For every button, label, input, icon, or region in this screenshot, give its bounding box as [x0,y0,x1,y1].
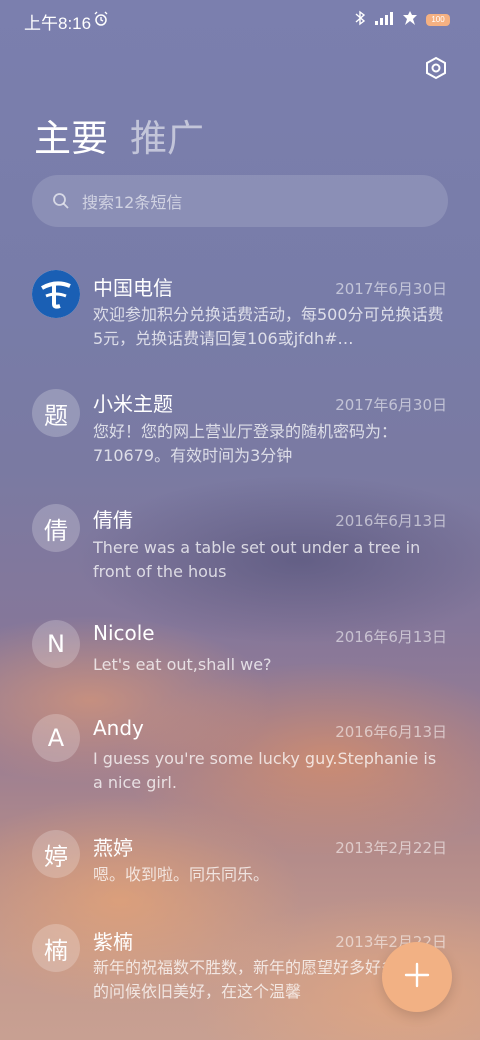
contact-avatar: A [32,714,80,762]
conversation-item[interactable]: 中国电信 2017年6月30日 欢迎参加积分兑换话费活动，每500分可兑换话费5… [0,260,480,360]
message-date: 2017年6月30日 [335,396,447,414]
tab-bar: 主要 推广 [34,108,204,162]
message-date: 2016年6月13日 [335,723,447,741]
plus-icon [404,962,430,992]
alarm-icon [93,11,109,31]
contact-name: 中国电信 [93,276,173,300]
status-bar: 上午8:16 100 [0,0,480,40]
contact-name: 燕婷 [93,836,133,860]
status-time: 上午8:16 [24,14,92,33]
tab-promotions[interactable]: 推广 [130,108,204,162]
contact-name: 倩倩 [93,508,133,532]
contact-name: 紫楠 [93,930,133,954]
conversation-item[interactable]: A Andy 2016年6月13日 I guess you're some lu… [0,714,480,814]
status-icons: 100 [354,10,450,30]
conversation-item[interactable]: 婷 燕婷 2013年2月22日 嗯。收到啦。同乐同乐。 [0,830,480,910]
message-date: 2016年6月13日 [335,512,447,530]
contact-avatar: 婷 [32,830,80,878]
contact-name: Nicole [93,621,155,645]
tab-main[interactable]: 主要 [34,108,108,162]
search-icon [52,192,70,210]
contact-avatar: 楠 [32,924,80,972]
message-date: 2016年6月13日 [335,628,447,646]
message-preview: 您好！您的网上营业厅登录的随机密码为：710679。有效时间为3分钟 [93,422,398,465]
conversation-item[interactable]: N Nicole 2016年6月13日 Let's eat out,shall … [0,616,480,696]
message-preview: There was a table set out under a tree i… [93,538,421,581]
battery-icon: 100 [426,14,450,26]
contact-avatar: 倩 [32,504,80,552]
message-preview: I guess you're some lucky guy.Stephanie … [93,749,437,792]
contact-avatar: N [32,620,80,668]
compose-button[interactable] [382,942,452,1012]
conversation-item[interactable]: 题 小米主题 2017年6月30日 您好！您的网上营业厅登录的随机密码为：710… [0,384,480,484]
bluetooth-icon [354,10,366,30]
message-preview: 嗯。收到啦。同乐同乐。 [93,865,270,884]
message-preview: 欢迎参加积分兑换话费活动，每500分可兑换话费5元，兑换话费请回复106或jfd… [93,305,444,348]
leaf-icon [402,10,418,30]
contact-name: 小米主题 [93,392,173,416]
message-date: 2017年6月30日 [335,280,447,298]
contact-name: Andy [93,716,144,740]
signal-icon [374,11,394,29]
message-preview: Let's eat out,shall we? [93,655,272,674]
contact-avatar: 题 [32,389,80,437]
search-placeholder: 搜索12条短信 [82,193,183,212]
message-date: 2013年2月22日 [335,839,447,857]
china-telecom-logo-icon [32,270,80,318]
conversation-item[interactable]: 倩 倩倩 2016年6月13日 There was a table set ou… [0,500,480,600]
search-input[interactable]: 搜索12条短信 [32,175,448,227]
settings-gear-icon[interactable] [424,56,448,80]
